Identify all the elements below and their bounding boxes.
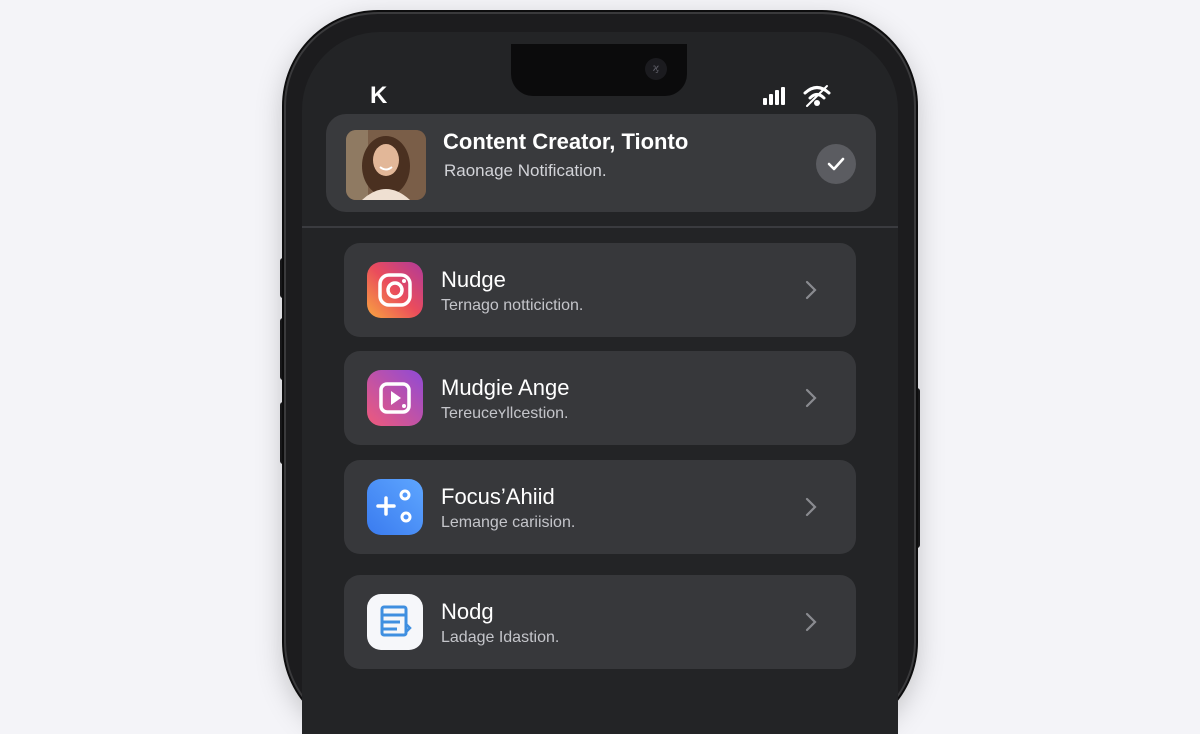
list-item[interactable]: Nudge Ternago notticiction. <box>344 243 856 337</box>
section-divider <box>302 226 898 228</box>
notification-header-card[interactable]: Content Creator, Tionto Raonage Notifica… <box>326 114 876 212</box>
video-app-icon <box>367 370 423 426</box>
status-carrier-glyph: K <box>370 82 388 109</box>
chevron-right-icon <box>805 612 817 632</box>
list-item[interactable]: Focus’Ahiid Lemange cariision. <box>344 460 856 554</box>
item-title: Nudge <box>441 267 506 292</box>
instagram-icon <box>367 262 423 318</box>
chevron-right-icon <box>805 388 817 408</box>
list-item[interactable]: Mudgie Ange Tereuceʏllcestion. <box>344 351 856 445</box>
chevron-right-icon <box>805 280 817 300</box>
notification-subtitle: Raonage Notification. <box>444 161 607 180</box>
list-item[interactable]: Nodg Ladage Idastion. <box>344 575 856 669</box>
front-camera-icon: ϗ <box>645 58 667 80</box>
item-subtitle: Ladage Idastion. <box>441 629 560 646</box>
phone-frame: ϗ K Content Creator, Tionto Raonage Noti… <box>286 14 914 734</box>
confirm-button[interactable] <box>816 144 856 184</box>
avatar <box>346 130 426 200</box>
checkmark-icon <box>827 157 845 171</box>
notification-title: Content Creator, Tionto <box>443 129 689 154</box>
wifi-icon <box>803 85 831 107</box>
phone-screen: ϗ K Content Creator, Tionto Raonage Noti… <box>302 32 898 734</box>
chevron-right-icon <box>805 497 817 517</box>
item-subtitle: Lemange cariision. <box>441 514 576 531</box>
dynamic-island: ϗ <box>511 44 687 96</box>
item-title: Mudgie Ange <box>441 375 570 400</box>
power-button <box>914 388 920 548</box>
cellular-signal-icon <box>763 87 787 105</box>
item-title: Focus’Ahiid <box>441 484 555 509</box>
item-title: Nodg <box>441 599 494 624</box>
notes-app-icon <box>367 594 423 650</box>
focus-app-icon <box>367 479 423 535</box>
item-subtitle: Tereuceʏllcestion. <box>441 405 569 422</box>
item-subtitle: Ternago notticiction. <box>441 297 584 314</box>
